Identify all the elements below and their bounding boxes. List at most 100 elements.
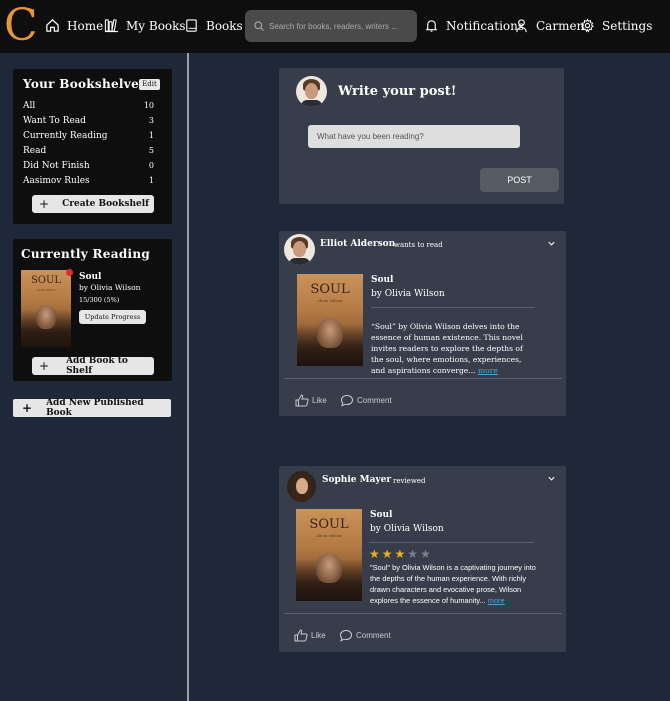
- comment-label: Comment: [357, 396, 392, 405]
- book-cover-soul[interactable]: SOUL olivia wilson: [296, 509, 362, 601]
- star-rating: ★ ★ ★ ★ ★: [369, 548, 433, 560]
- cover-subtitle: olivia wilson: [317, 298, 343, 303]
- post-author[interactable]: Elliot Alderson: [320, 239, 395, 249]
- nav-settings-label: Settings: [602, 18, 653, 33]
- cover-title: SOUL: [309, 517, 349, 532]
- bell-icon: [425, 20, 438, 32]
- composer-title: Write your post!: [338, 84, 457, 99]
- nav-profile-label: Carmen: [536, 18, 585, 33]
- like-button[interactable]: Like: [294, 629, 326, 642]
- shelf-item-aasimov-rules[interactable]: Aasimov Rules 1: [23, 176, 154, 186]
- description-text: “Soul” by Olivia Wilson delves into the …: [371, 322, 523, 375]
- bookshelves-title: Your Bookshelves: [23, 77, 147, 91]
- comment-icon: [339, 629, 353, 642]
- divider: [371, 307, 535, 308]
- gear-icon: [581, 18, 594, 33]
- shelf-item-all[interactable]: All 10: [23, 101, 154, 111]
- cover-subtitle: olivia wilson: [316, 533, 342, 538]
- like-label: Like: [311, 631, 326, 640]
- star-empty-icon: ★: [420, 547, 431, 561]
- add-book-to-shelf-label: Add Book to Shelf: [66, 356, 128, 376]
- nav-notifications[interactable]: Notifications: [424, 18, 524, 33]
- avatar-shirt: [289, 258, 310, 265]
- comment-label: Comment: [356, 631, 391, 640]
- nav-profile[interactable]: Carmen: [514, 18, 584, 33]
- edit-bookshelves-button[interactable]: Edit: [139, 79, 160, 90]
- nav-notifications-label: Notifications: [446, 18, 525, 33]
- plus-icon: +: [22, 401, 33, 415]
- user-icon: [516, 19, 527, 33]
- app-logo[interactable]: C: [4, 2, 38, 50]
- author-avatar[interactable]: [287, 471, 316, 502]
- shelf-item-did-not-finish[interactable]: Did Not Finish 0: [23, 161, 154, 171]
- star-empty-icon: ★: [407, 547, 419, 561]
- plus-icon: +: [39, 197, 50, 211]
- plus-icon: +: [39, 359, 50, 373]
- shelf-count: 3: [148, 116, 154, 125]
- divider: [284, 613, 562, 614]
- bookshelf-icon: [104, 19, 119, 33]
- more-link[interactable]: more: [488, 596, 505, 605]
- update-progress-button[interactable]: Update Progress: [79, 310, 146, 324]
- cover-face: [316, 553, 342, 583]
- nav-books-label: Books: [206, 18, 243, 33]
- home-icon: [46, 19, 59, 32]
- thumbs-up-icon: [294, 629, 308, 642]
- comment-button[interactable]: Comment: [339, 629, 391, 642]
- book-icon: [186, 19, 197, 32]
- book-description: "Soul" by Olivia Wilson is a captivating…: [370, 562, 536, 606]
- divider: [369, 542, 534, 543]
- shelf-item-read[interactable]: Read 5: [23, 146, 154, 156]
- top-nav-bar: C Home My Books Books Notifications Carm…: [0, 0, 670, 53]
- post-input[interactable]: [308, 125, 520, 148]
- search-input[interactable]: [269, 21, 417, 31]
- avatar-face: [296, 478, 308, 494]
- create-bookshelf-button[interactable]: + Create Bookshelf: [32, 195, 154, 213]
- shelf-label: Read: [23, 146, 47, 156]
- chevron-down-icon[interactable]: [547, 474, 556, 483]
- shelf-label: Want To Read: [23, 116, 86, 126]
- nav-settings[interactable]: Settings: [580, 18, 652, 33]
- currently-reading-title: Currently Reading: [21, 247, 151, 261]
- nav-home[interactable]: Home: [45, 18, 103, 33]
- book-description: “Soul” by Olivia Wilson delves into the …: [371, 321, 535, 376]
- sidebar-divider: [187, 53, 189, 701]
- star-filled-icon: ★: [381, 547, 393, 561]
- book-cover-soul-small[interactable]: SOUL olivia wilson: [21, 270, 71, 347]
- shelf-item-want-to-read[interactable]: Want To Read 3: [23, 116, 154, 126]
- shelf-count: 1: [148, 176, 154, 185]
- shelf-label: Did Not Finish: [23, 161, 90, 171]
- like-label: Like: [312, 396, 327, 405]
- add-book-to-shelf-button[interactable]: + Add Book to Shelf: [32, 356, 154, 376]
- shelf-label: Aasimov Rules: [23, 176, 90, 186]
- avatar-shirt: [301, 100, 322, 107]
- shelf-label: All: [23, 101, 36, 111]
- nav-home-label: Home: [67, 18, 104, 33]
- comment-icon: [340, 394, 354, 407]
- add-published-book-label: Add New Published Book: [46, 398, 144, 418]
- comment-button[interactable]: Comment: [340, 394, 392, 407]
- book-title[interactable]: Soul: [370, 510, 392, 520]
- shelf-item-currently-reading[interactable]: Currently Reading 1: [23, 131, 154, 141]
- post-button[interactable]: POST: [480, 168, 559, 192]
- create-bookshelf-label: Create Bookshelf: [62, 199, 150, 209]
- more-link[interactable]: more: [478, 366, 498, 375]
- nav-books[interactable]: Books: [184, 18, 243, 33]
- book-author[interactable]: by Olivia Wilson: [370, 524, 444, 534]
- search-bar[interactable]: [245, 10, 417, 42]
- avatar-face: [305, 83, 318, 99]
- book-cover-soul[interactable]: SOUL olivia wilson: [297, 274, 363, 366]
- nav-my-books[interactable]: My Books: [104, 18, 186, 33]
- book-title[interactable]: Soul: [371, 275, 393, 285]
- current-book-title: Soul: [79, 272, 102, 282]
- thumbs-up-icon: [295, 394, 309, 407]
- author-avatar[interactable]: [284, 234, 315, 265]
- shelf-count: 1: [148, 131, 154, 140]
- book-author[interactable]: by Olivia Wilson: [371, 289, 445, 299]
- chevron-down-icon[interactable]: [547, 239, 556, 248]
- like-button[interactable]: Like: [295, 394, 327, 407]
- post-action: wants to read: [394, 241, 443, 249]
- add-published-book-button[interactable]: + Add New Published Book: [13, 398, 171, 418]
- user-avatar[interactable]: [296, 76, 327, 107]
- post-author[interactable]: Sophie Mayer: [322, 475, 391, 485]
